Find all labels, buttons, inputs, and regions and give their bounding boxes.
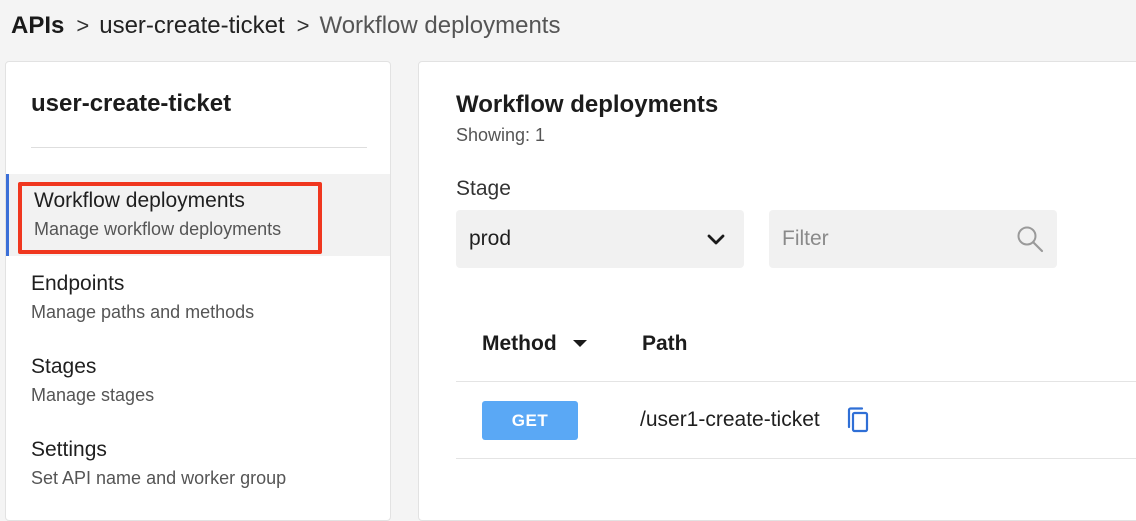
sidebar-item-label: Endpoints <box>31 272 125 295</box>
sidebar-item-description: Set API name and worker group <box>31 468 287 488</box>
main-panel: Workflow deployments Showing: 1 Stage pr… <box>418 61 1136 521</box>
sidebar-item-label: Workflow deployments <box>34 189 245 212</box>
divider <box>31 147 367 148</box>
sidebar-item-description: Manage paths and methods <box>31 302 255 322</box>
result-count: Showing: 1 <box>456 125 546 145</box>
breadcrumb-current: Workflow deployments <box>319 12 561 39</box>
sidebar-item-description: Manage stages <box>31 385 155 405</box>
filter-field <box>769 210 1057 268</box>
sidebar-item-workflow-deployments[interactable]: Workflow deployments Manage workflow dep… <box>6 174 390 256</box>
table-divider <box>456 458 1136 459</box>
breadcrumb: APIs > user-create-ticket > Workflow dep… <box>11 10 560 42</box>
sidebar-item-stages[interactable]: Stages Manage stages <box>6 340 390 422</box>
copy-icon[interactable] <box>846 406 870 434</box>
breadcrumb-separator: > <box>296 13 310 38</box>
sidebar-item-settings[interactable]: Settings Set API name and worker group <box>6 423 390 505</box>
table-divider <box>456 381 1136 382</box>
sidebar-item-label: Stages <box>31 355 97 378</box>
stage-select-value: prod <box>469 227 512 250</box>
method-badge: GET <box>482 401 578 440</box>
breadcrumb-api-link[interactable]: user-create-ticket <box>99 12 284 40</box>
sidebar-item-description: Manage workflow deployments <box>34 219 282 239</box>
chevron-down-icon <box>707 234 725 245</box>
column-header-path: Path <box>642 332 688 355</box>
breadcrumb-apis-link[interactable]: APIs <box>11 12 64 40</box>
filter-input[interactable] <box>769 210 1057 268</box>
column-header-method-label: Method <box>482 332 557 355</box>
breadcrumb-separator: > <box>76 13 90 38</box>
page-title: Workflow deployments <box>456 91 719 118</box>
stage-label: Stage <box>456 177 511 200</box>
sidebar-title: user-create-ticket <box>31 90 232 117</box>
caret-down-icon <box>572 340 587 347</box>
search-icon[interactable] <box>1016 225 1044 253</box>
sidebar-item-endpoints[interactable]: Endpoints Manage paths and methods <box>6 257 390 339</box>
table-cell-path: /user1-create-ticket <box>640 408 820 431</box>
sidebar-item-label: Settings <box>31 438 107 461</box>
sidebar: user-create-ticket Workflow deployments … <box>5 61 391 521</box>
stage-select[interactable]: prod <box>456 210 744 268</box>
column-header-method[interactable]: Method <box>482 332 587 356</box>
